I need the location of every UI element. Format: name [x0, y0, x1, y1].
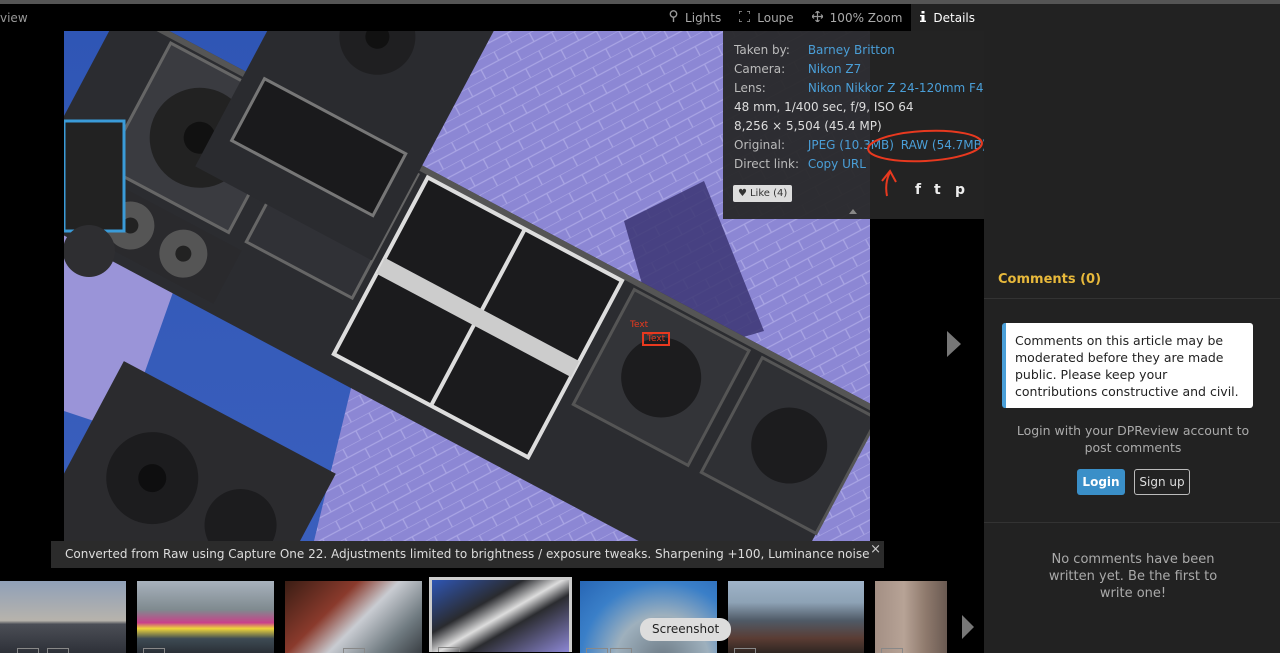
overlay-text: Text: [630, 320, 649, 330]
viewer-toolbar: view Lights Loupe 100% Zoom Details: [0, 4, 984, 31]
like-button[interactable]: ♥ Like (4): [733, 185, 793, 202]
pin-icon: [669, 10, 678, 25]
thumbnail-badge: [586, 648, 608, 653]
thumbnail-badge: [734, 648, 756, 653]
divider: [984, 522, 1280, 523]
like-label: Like (4): [749, 188, 788, 199]
no-comments-message: No comments have been written yet. Be th…: [1048, 552, 1218, 601]
tool-lights[interactable]: Lights: [660, 4, 730, 31]
thumbnail-badge: [47, 648, 69, 653]
filmstrip-next-arrow[interactable]: [962, 615, 974, 639]
login-button[interactable]: Login: [1077, 469, 1125, 495]
original-label: Original:: [734, 138, 785, 152]
thumbnail[interactable]: [728, 581, 864, 653]
thumbnail-badge: [343, 648, 365, 653]
collapse-details-icon[interactable]: [849, 209, 857, 214]
tool-loupe[interactable]: Loupe: [730, 4, 802, 31]
overlay-text-box: Text: [642, 332, 671, 346]
direct-link-label: Direct link:: [734, 157, 800, 171]
camera-label: Camera:: [734, 62, 786, 76]
notice-text: Comments on this article may be moderate…: [1015, 333, 1239, 399]
comments-sidebar: Comments (0) Comments on this article ma…: [984, 4, 1280, 653]
thumbnail-filmstrip: [0, 571, 984, 653]
breadcrumb: view: [0, 11, 28, 25]
moderation-notice: Comments on this article may be moderate…: [1002, 323, 1253, 408]
tool-label: 100% Zoom: [829, 10, 903, 25]
thumbnail-badge: [610, 648, 632, 653]
viewer-tools: Lights Loupe 100% Zoom Details: [660, 4, 984, 31]
lens-label: Lens:: [734, 81, 766, 95]
tool-label: Details: [933, 10, 975, 25]
divider: [984, 298, 1280, 299]
info-icon: [920, 10, 927, 25]
thumbnail[interactable]: [580, 581, 717, 653]
heart-icon: ♥: [738, 188, 747, 199]
camera-link[interactable]: Nikon Z7: [808, 62, 861, 76]
thumbnail[interactable]: [0, 581, 126, 653]
thumbnail[interactable]: [875, 581, 947, 653]
tool-label: Lights: [685, 10, 722, 25]
next-image-arrow[interactable]: [947, 331, 961, 357]
direct-link-row: Direct link: Copy URL: [734, 157, 866, 173]
login-message: Login with your DPReview account to post…: [1016, 423, 1250, 455]
thumbnail-badge: [438, 647, 460, 652]
tool-zoom[interactable]: 100% Zoom: [803, 4, 912, 31]
camera-row: Camera: Nikon Z7: [734, 62, 861, 78]
thumbnail-badge: [143, 648, 165, 653]
tool-details[interactable]: Details: [911, 4, 984, 31]
tool-label: Loupe: [757, 10, 794, 25]
screenshot-tooltip: Screenshot: [640, 618, 732, 641]
taken-by-label: Taken by:: [734, 43, 790, 57]
close-caption-icon[interactable]: ×: [870, 536, 881, 563]
thumbnail-selected[interactable]: [429, 577, 572, 652]
loupe-icon: [738, 9, 751, 25]
signup-button[interactable]: Sign up: [1134, 469, 1190, 495]
thumbnail[interactable]: [137, 581, 274, 653]
move-icon: [811, 10, 824, 25]
copy-url-link[interactable]: Copy URL: [808, 157, 866, 171]
image-caption: Converted from Raw using Capture One 22.…: [51, 541, 884, 588]
thumbnail[interactable]: [285, 581, 422, 653]
comments-heading: Comments (0): [998, 272, 1102, 287]
thumbnail-badge: [17, 648, 39, 653]
thumbnail-badge: [881, 648, 903, 653]
